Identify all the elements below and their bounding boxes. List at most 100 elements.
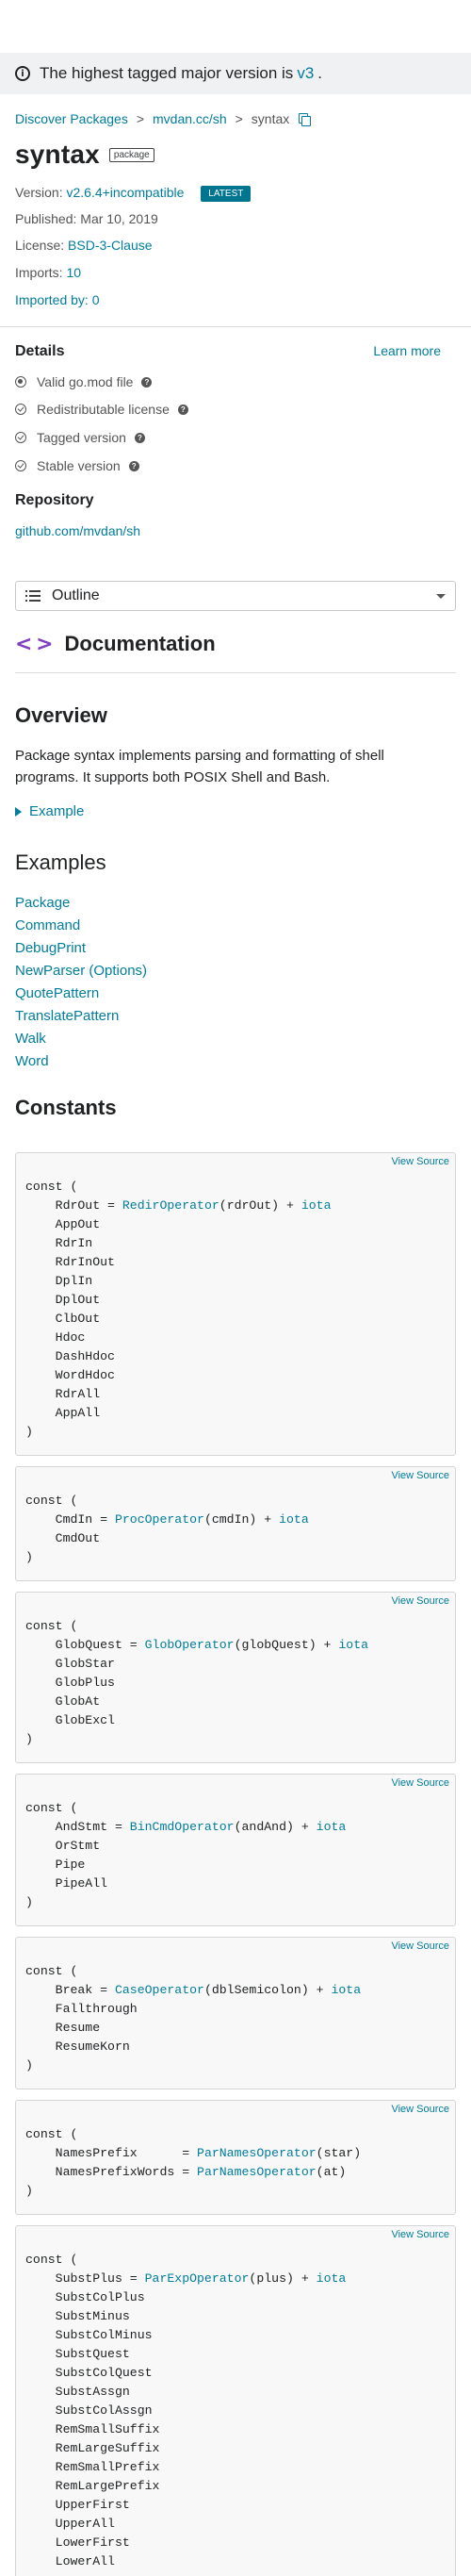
code-block: View Source const ( Break = CaseOperator… xyxy=(15,1937,456,2089)
list-icon xyxy=(25,590,41,602)
imports-label: Imports: xyxy=(15,265,63,280)
version-info: Version: v2.6.4+incompatible LATEST xyxy=(15,185,252,202)
view-source-link[interactable]: View Source xyxy=(391,1156,449,1167)
imported-by-link[interactable]: Imported by: 0 xyxy=(15,292,100,307)
outline-label: Outline xyxy=(52,587,100,603)
view-source-link[interactable]: View Source xyxy=(391,1940,449,1952)
examples-heading: Examples xyxy=(15,850,106,874)
type-link[interactable]: ParNamesOperator xyxy=(197,2165,317,2179)
breadcrumb-module[interactable]: mvdan.cc/sh xyxy=(153,111,227,126)
code-text: const ( AndStmt = BinCmdOperator(andAnd)… xyxy=(25,1801,347,1909)
code-block: View Source const ( RdrOut = RedirOperat… xyxy=(15,1152,456,1456)
type-link[interactable]: GlobOperator xyxy=(145,1638,235,1652)
example-link[interactable]: DebugPrint xyxy=(15,937,147,960)
code-text: const ( SubstPlus = ParExpOperator(plus)… xyxy=(25,2253,347,2568)
latest-badge: LATEST xyxy=(201,186,252,202)
check-circle-icon xyxy=(15,460,26,471)
examples-list: Package Command DebugPrint NewParser (Op… xyxy=(15,892,147,1073)
code-text: const ( NamesPrefix = ParNamesOperator(s… xyxy=(25,2127,362,2198)
view-source-link[interactable]: View Source xyxy=(391,1777,449,1789)
code-text: const ( RdrOut = RedirOperator(rdrOut) +… xyxy=(25,1180,332,1439)
breadcrumb-current: syntax xyxy=(251,111,290,126)
version-label: Version: xyxy=(15,185,63,200)
example-link[interactable]: QuotePattern xyxy=(15,983,147,1005)
example-link[interactable]: Command xyxy=(15,915,147,937)
code-text: const ( Break = CaseOperator(dblSemicolo… xyxy=(25,1964,362,2072)
example-toggle-label: Example xyxy=(29,803,85,819)
package-badge: package xyxy=(108,147,154,162)
published-info: Published: Mar 10, 2019 xyxy=(15,211,158,226)
version-banner: i The highest tagged major version is v3… xyxy=(0,53,471,94)
overview-text: Package syntax implements parsing and fo… xyxy=(15,748,384,785)
package-header: syntax package xyxy=(15,140,154,170)
type-link[interactable]: ProcOperator xyxy=(115,1512,204,1527)
copy-icon[interactable] xyxy=(299,113,312,126)
imports-link[interactable]: 10 xyxy=(66,265,81,280)
check-circle-icon xyxy=(15,432,26,443)
check-label: Tagged version xyxy=(37,430,126,445)
missing-icon xyxy=(15,376,26,388)
example-link[interactable]: Word xyxy=(15,1050,147,1073)
example-link[interactable]: Walk xyxy=(15,1028,147,1050)
check-valid-gomod: Valid go.mod file ? xyxy=(15,374,153,389)
code-block: View Source const ( AndStmt = BinCmdOper… xyxy=(15,1774,456,1926)
documentation-heading: Documentation xyxy=(64,632,216,655)
check-label: Stable version xyxy=(37,458,121,473)
license-label: License: xyxy=(15,238,65,253)
type-link[interactable]: CaseOperator xyxy=(115,1983,204,1997)
page-title: syntax xyxy=(15,140,100,169)
documentation-header: < > Documentation xyxy=(15,632,216,656)
code-icon: < > xyxy=(15,632,54,656)
view-source-link[interactable]: View Source xyxy=(391,2104,449,2115)
example-link[interactable]: Package xyxy=(15,892,147,915)
banner-suffix: . xyxy=(317,64,323,82)
check-label: Redistributable license xyxy=(37,402,170,417)
help-icon[interactable]: ? xyxy=(128,460,139,471)
type-link[interactable]: BinCmdOperator xyxy=(130,1820,235,1834)
check-circle-icon xyxy=(15,404,26,415)
example-toggle[interactable]: Example xyxy=(15,803,84,819)
banner-version-link[interactable]: v3 xyxy=(297,64,314,83)
learn-more-link[interactable]: Learn more xyxy=(373,343,441,358)
code-text: const ( CmdIn = ProcOperator(cmdIn) + io… xyxy=(25,1494,309,1564)
divider xyxy=(15,672,456,673)
version-link[interactable]: v2.6.4+incompatible xyxy=(66,185,184,200)
published-date: Mar 10, 2019 xyxy=(80,211,158,226)
example-link[interactable]: TranslatePattern xyxy=(15,1005,147,1028)
license-link[interactable]: BSD-3-Clause xyxy=(68,238,152,253)
view-source-link[interactable]: View Source xyxy=(391,2229,449,2240)
overview-heading: Overview xyxy=(15,703,107,727)
help-icon[interactable]: ? xyxy=(141,376,153,388)
check-redistributable-license: Redistributable license ? xyxy=(15,402,188,417)
imports-info: Imports: 10 xyxy=(15,265,81,280)
example-link[interactable]: NewParser (Options) xyxy=(15,960,147,983)
breadcrumb: Discover Packages > mvdan.cc/sh > syntax xyxy=(15,111,312,126)
breadcrumb-discover-packages[interactable]: Discover Packages xyxy=(15,111,128,126)
details-heading: Details xyxy=(15,343,65,359)
breadcrumb-separator: > xyxy=(235,111,243,126)
published-label: Published: xyxy=(15,211,77,226)
divider xyxy=(0,326,471,327)
type-link[interactable]: RedirOperator xyxy=(122,1198,219,1213)
code-block: View Source const ( SubstPlus = ParExpOp… xyxy=(15,2225,456,2576)
repository-link[interactable]: github.com/mvdan/sh xyxy=(15,523,140,538)
check-stable-version: Stable version ? xyxy=(15,458,139,473)
view-source-link[interactable]: View Source xyxy=(391,1470,449,1481)
view-source-link[interactable]: View Source xyxy=(391,1595,449,1607)
check-label: Valid go.mod file xyxy=(37,374,134,389)
banner-text: The highest tagged major version is xyxy=(40,64,294,82)
type-link[interactable]: ParNamesOperator xyxy=(197,2146,317,2160)
info-icon: i xyxy=(15,66,30,81)
code-block: View Source const ( NamesPrefix = ParNam… xyxy=(15,2100,456,2215)
breadcrumb-separator: > xyxy=(136,111,145,126)
help-icon[interactable]: ? xyxy=(177,404,188,415)
repository-heading: Repository xyxy=(15,492,94,508)
help-icon[interactable]: ? xyxy=(134,432,145,443)
outline-select[interactable]: Outline xyxy=(15,581,456,611)
code-text: const ( GlobQuest = GlobOperator(globQue… xyxy=(25,1619,369,1746)
license-info: License: BSD-3-Clause xyxy=(15,238,153,253)
code-block: View Source const ( CmdIn = ProcOperator… xyxy=(15,1466,456,1581)
caret-right-icon xyxy=(15,806,22,817)
type-link[interactable]: ParExpOperator xyxy=(145,2271,250,2286)
imported-by-info: Imported by: 0 xyxy=(15,292,100,307)
